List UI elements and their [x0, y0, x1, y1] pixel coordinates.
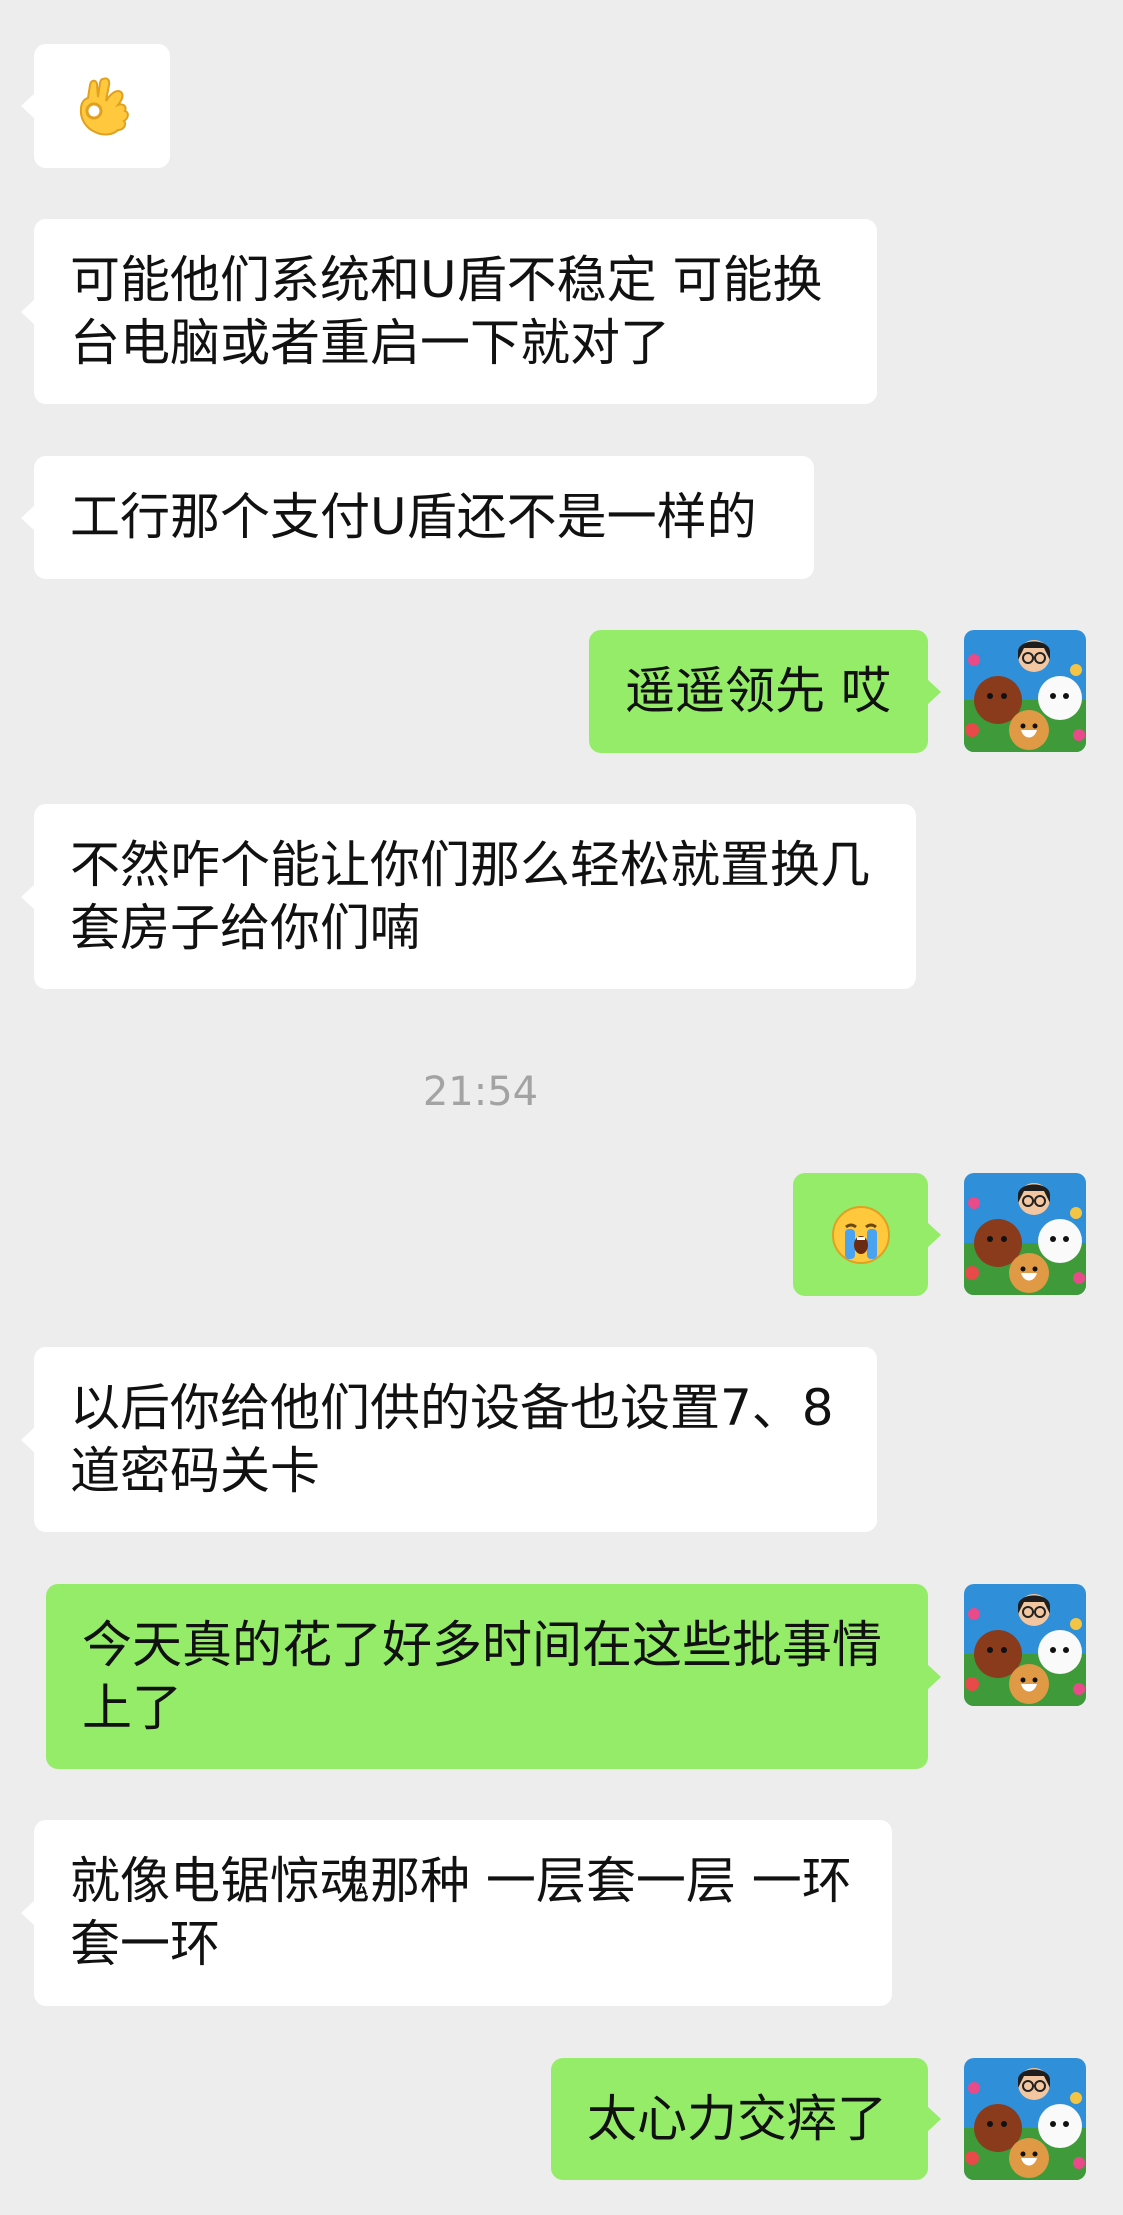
user-avatar[interactable]: [964, 630, 1086, 752]
user-avatar[interactable]: [964, 1584, 1086, 1706]
outgoing-message-bubble[interactable]: 太心力交瘁了: [551, 2058, 941, 2180]
user-avatar[interactable]: [964, 1173, 1086, 1295]
message-text: 以后你给他们供的设备也设置7、8道密码关卡: [70, 1378, 834, 1500]
loudly-crying-face-icon: [831, 1205, 890, 1264]
ok-hand-icon: [79, 77, 129, 136]
incoming-message-bubble[interactable]: 可能他们系统和U盾不稳定 可能换台电脑或者重启一下就对了: [21, 219, 877, 404]
avatar-image: [964, 630, 1086, 752]
outgoing-message-bubble[interactable]: 遥遥领先 哎: [589, 630, 941, 753]
avatar-image: [964, 1584, 1086, 1706]
message-text: 就像电锯惊魂那种 一层套一层 一环套一环: [70, 1852, 852, 1973]
user-avatar[interactable]: [964, 2058, 1086, 2180]
outgoing-message-bubble[interactable]: 今天真的花了好多时间在这些批事情上了: [46, 1584, 941, 1769]
incoming-message-bubble[interactable]: 以后你给他们供的设备也设置7、8道密码关卡: [21, 1347, 877, 1532]
message-text: 工行那个支付U盾还不是一样的: [70, 488, 757, 546]
message-text: 不然咋个能让你们那么轻松就置换几套房子给你们喃: [70, 835, 870, 957]
outgoing-emoji-bubble[interactable]: [793, 1173, 941, 1296]
incoming-emoji-bubble[interactable]: [21, 44, 170, 168]
incoming-message-bubble[interactable]: 不然咋个能让你们那么轻松就置换几套房子给你们喃: [21, 804, 916, 989]
message-text: 今天真的花了好多时间在这些批事情上了: [82, 1615, 882, 1737]
message-text: 太心力交瘁了: [587, 2089, 887, 2148]
message-text: 遥遥领先 哎: [625, 662, 891, 720]
chat-screen: { "chat": { "timestamp": "21:54", "messa…: [0, 0, 1123, 2215]
avatar-image: [964, 1173, 1086, 1295]
avatar-image: [964, 2058, 1086, 2180]
incoming-message-bubble[interactable]: 就像电锯惊魂那种 一层套一层 一环套一环: [21, 1820, 892, 2006]
message-text: 可能他们系统和U盾不稳定 可能换台电脑或者重启一下就对了: [70, 250, 823, 372]
incoming-message-bubble[interactable]: 工行那个支付U盾还不是一样的: [21, 456, 814, 579]
chat-timestamp: 21:54: [422, 1069, 539, 1115]
